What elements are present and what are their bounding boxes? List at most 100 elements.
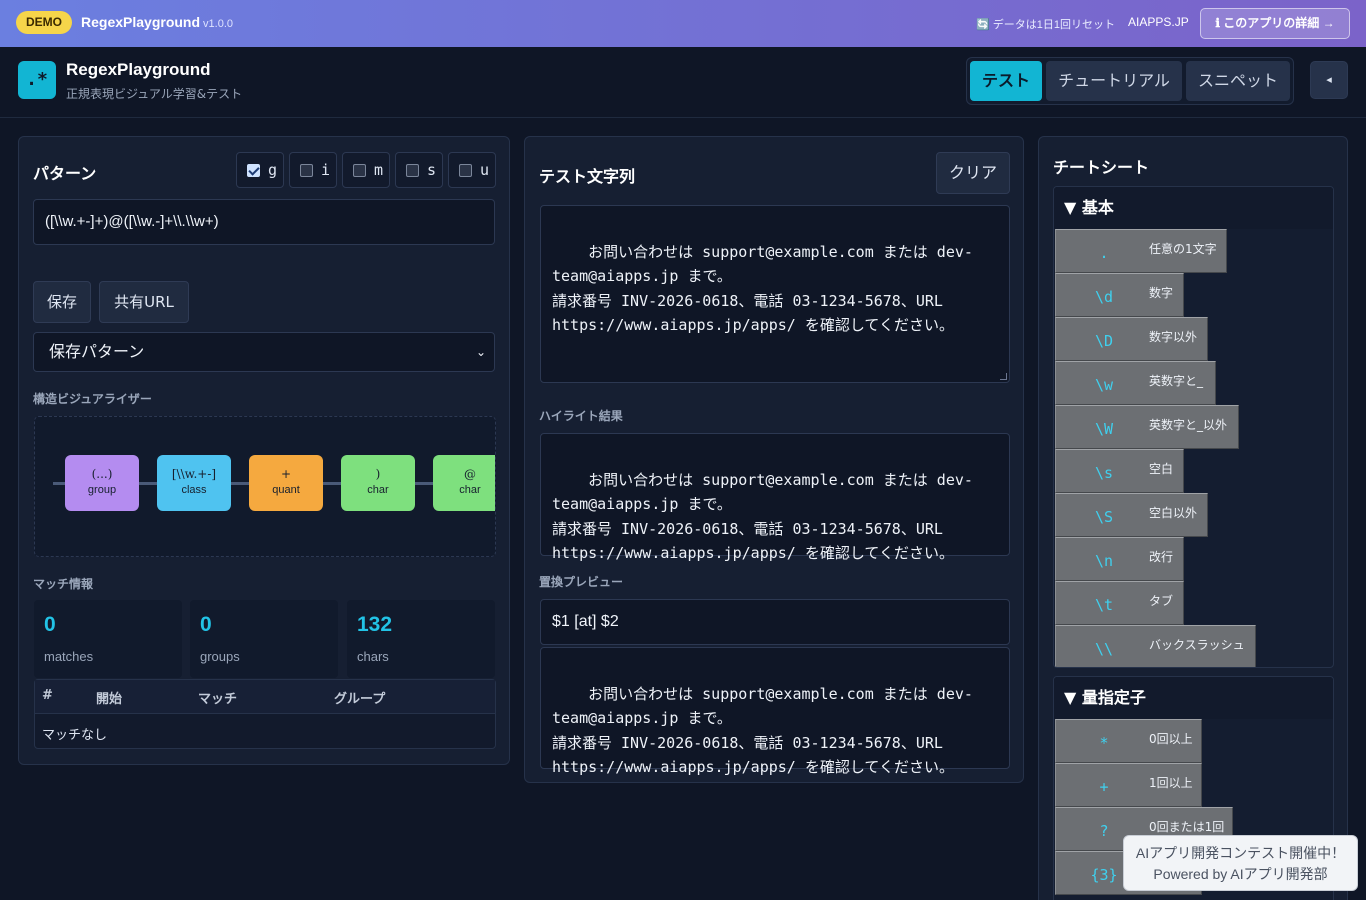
cheatsheet-item[interactable]: \n 改行: [1054, 537, 1333, 581]
node-quant[interactable]: + quant: [249, 455, 323, 511]
contest-banner-line2: Powered by AIアプリ開発部: [1153, 866, 1328, 882]
app-detail-button[interactable]: ℹ このアプリの詳細 →: [1200, 8, 1350, 39]
demo-bar: DEMO RegexPlayground v1.0.0 🔄 データは1日1回リセッ…: [0, 0, 1366, 47]
column-start: 開始: [96, 692, 123, 707]
token-desc: 空白以外: [1149, 506, 1198, 520]
node-class[interactable]: [\\w.+-] class: [157, 455, 231, 511]
stat-unit: chars: [357, 649, 389, 664]
contest-banner[interactable]: AIアプリ開発コンテスト開催中！ Powered by AIアプリ開発部: [1123, 835, 1358, 891]
site-link[interactable]: AIAPPS.JP: [1128, 15, 1189, 29]
demo-app-title: RegexPlayground v1.0.0: [81, 14, 233, 30]
flag-i-toggle[interactable]: i: [289, 152, 337, 188]
cheatsheet-item-button[interactable]: \S 空白以外: [1055, 493, 1208, 537]
replace-result: お問い合わせは support@example.com または dev- tea…: [540, 647, 1010, 776]
cheatsheet-item-button[interactable]: * 0回以上: [1055, 719, 1202, 763]
token: *: [1099, 734, 1109, 752]
cheatsheet-item-button[interactable]: + 1回以上: [1055, 763, 1202, 807]
cheatsheet-item[interactable]: \s 空白: [1054, 449, 1333, 493]
cheatsheet-item-button[interactable]: \s 空白: [1055, 449, 1184, 493]
flag-s-checkbox[interactable]: [406, 164, 419, 177]
flag-s-toggle[interactable]: s: [395, 152, 443, 188]
pattern-title: パターン: [33, 164, 97, 183]
cheatsheet-item[interactable]: \S 空白以外: [1054, 493, 1333, 537]
token-desc: 英数字と_: [1149, 374, 1204, 388]
save-button[interactable]: 保存: [33, 281, 91, 323]
app-header: .* RegexPlayground 正規表現ビジュアル学習&テスト テスト チ…: [0, 47, 1366, 118]
token-desc: バックスラッシュ: [1149, 638, 1245, 652]
cheatsheet-item-button[interactable]: \W 英数字と_以外: [1055, 405, 1239, 449]
highlight-result: お問い合わせは support@example.com または dev- tea…: [540, 433, 1010, 562]
node-symbol: +: [280, 467, 292, 481]
flag-m-checkbox[interactable]: [353, 164, 366, 177]
cheatsheet-item[interactable]: \D 数字以外: [1054, 317, 1333, 361]
flag-g-toggle[interactable]: g: [236, 152, 284, 188]
group-header-quantifiers[interactable]: ▼ 量指定子: [1054, 677, 1333, 719]
highlight-label: ハイライト結果: [539, 409, 623, 423]
cheatsheet-item-button[interactable]: \d 数字: [1055, 273, 1184, 317]
cheatsheet-item-button[interactable]: \t タブ: [1055, 581, 1184, 625]
cheatsheet-item-button[interactable]: \D 数字以外: [1055, 317, 1208, 361]
flag-m-label: m: [374, 161, 384, 179]
pattern-input[interactable]: ([\\w.+-]+)@([\\w.-]+\\.\\w+): [33, 199, 495, 245]
cheatsheet-item[interactable]: + 1回以上: [1054, 763, 1333, 807]
node-symbol: (...): [91, 467, 113, 481]
flag-u-toggle[interactable]: u: [448, 152, 496, 188]
token-desc: 0回または1回: [1149, 820, 1225, 834]
flag-u-checkbox[interactable]: [459, 164, 472, 177]
mode-tabs: テスト チュートリアル スニペット: [966, 57, 1294, 105]
node-type-label: char: [367, 484, 389, 496]
resize-handle-icon[interactable]: [1000, 373, 1007, 380]
node-symbol: [\\w.+-]: [171, 467, 217, 481]
token: +: [1099, 778, 1109, 796]
token-desc: 空白: [1149, 462, 1174, 476]
flag-i-checkbox[interactable]: [300, 164, 313, 177]
cheatsheet-item-button[interactable]: . 任意の1文字: [1055, 229, 1227, 273]
test-string-panel: テスト文字列 クリア お問い合わせは support@example.com ま…: [524, 136, 1024, 783]
node-symbol: @: [464, 467, 476, 481]
cheatsheet-item[interactable]: \\ バックスラッシュ: [1054, 625, 1333, 667]
test-string-textarea[interactable]: お問い合わせは support@example.com または dev- tea…: [540, 205, 1010, 383]
flag-m-toggle[interactable]: m: [342, 152, 390, 188]
replacement-input[interactable]: $1 [at] $2: [540, 599, 1010, 645]
flag-i-label: i: [321, 161, 331, 179]
node-char[interactable]: ) char: [341, 455, 415, 511]
token: \t: [1094, 596, 1114, 614]
group-header-basic[interactable]: ▼ 基本: [1054, 187, 1333, 229]
column-match: マッチ: [198, 692, 238, 707]
token-desc: 1回以上: [1149, 776, 1193, 790]
saved-patterns-value: 保存パターン: [49, 342, 145, 361]
cheatsheet-panel: チートシート ▼ 基本 . 任意の1文字 \d 数字 \D 数字以外 \w 英数…: [1038, 136, 1348, 900]
stat-chars: 132 chars: [347, 600, 495, 678]
app-subtitle: 正規表現ビジュアル学習&テスト: [66, 87, 243, 101]
cheatsheet-item[interactable]: \d 数字: [1054, 273, 1333, 317]
saved-patterns-select[interactable]: 保存パターン ⌄: [33, 332, 495, 372]
tab-snippets[interactable]: スニペット: [1186, 61, 1290, 101]
replace-preview-label: 置換プレビュー: [539, 575, 624, 589]
cheatsheet-item-button[interactable]: \\ バックスラッシュ: [1055, 625, 1256, 667]
highlight-text: お問い合わせは support@example.com または dev- tea…: [552, 470, 973, 563]
token: \W: [1094, 420, 1114, 438]
token-desc: 英数字と_以外: [1149, 418, 1228, 432]
token-desc: タブ: [1149, 594, 1174, 608]
node-char[interactable]: @ char: [433, 455, 495, 511]
cheatsheet-item[interactable]: * 0回以上: [1054, 719, 1333, 763]
cheatsheet-item[interactable]: \W 英数字と_以外: [1054, 405, 1333, 449]
match-info-label: マッチ情報: [33, 577, 94, 591]
flag-g-checkbox[interactable]: [247, 164, 260, 177]
node-type-label: quant: [272, 484, 300, 496]
cheatsheet-item[interactable]: \t タブ: [1054, 581, 1333, 625]
clear-button[interactable]: クリア: [936, 152, 1010, 194]
share-url-button[interactable]: 共有URL: [99, 281, 189, 323]
cheatsheet-item-button[interactable]: \w 英数字と_: [1055, 361, 1216, 405]
cheatsheet-group-basic: ▼ 基本 . 任意の1文字 \d 数字 \D 数字以外 \w 英数字と_ \W …: [1053, 186, 1334, 668]
demo-badge: DEMO: [16, 11, 72, 34]
tab-tutorial[interactable]: チュートリアル: [1046, 61, 1182, 101]
flag-g-label: g: [268, 161, 278, 179]
tab-test[interactable]: テスト: [970, 61, 1042, 101]
cheatsheet-item[interactable]: . 任意の1文字: [1054, 229, 1333, 273]
node-group[interactable]: (...) group: [65, 455, 139, 511]
token-desc: 0回以上: [1149, 732, 1193, 746]
cheatsheet-item[interactable]: \w 英数字と_: [1054, 361, 1333, 405]
collapse-sidebar-button[interactable]: ◂: [1310, 61, 1348, 99]
cheatsheet-item-button[interactable]: \n 改行: [1055, 537, 1184, 581]
